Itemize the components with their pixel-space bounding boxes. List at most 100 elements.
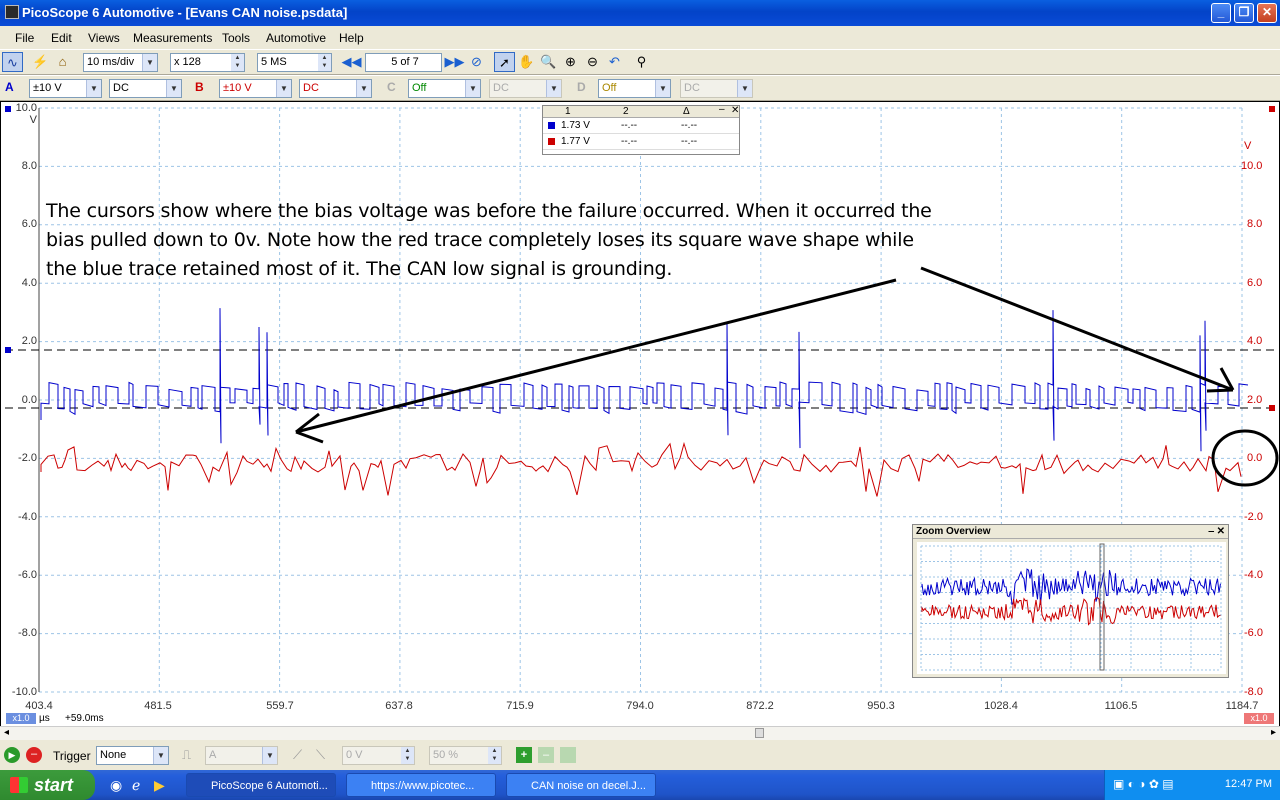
x-tick: 637.8 — [385, 700, 413, 712]
chevron-down-icon: ▼ — [655, 80, 670, 97]
menu-tools[interactable]: Tools — [222, 31, 250, 45]
channel-b-swatch — [548, 138, 555, 145]
previous-buffer-icon[interactable]: ◀◀ — [341, 52, 362, 72]
chrome-icon[interactable]: ◉ — [110, 777, 122, 794]
scope-mode-icon[interactable]: ∿ — [2, 52, 23, 72]
spinner-arrows-icon: ▲ ▼ — [401, 747, 414, 764]
windows-logo-icon — [10, 777, 28, 793]
menu-edit[interactable]: Edit — [51, 31, 72, 45]
timebase-select[interactable]: 10 ms/div ▼ — [83, 53, 158, 72]
next-buffer-icon[interactable]: ▶▶ — [444, 52, 465, 72]
picoscope-app-icon — [5, 5, 19, 19]
ie-icon[interactable]: ℯ — [132, 777, 140, 794]
right-y-tick: -4.0 — [1244, 569, 1263, 581]
ruler-row-b: 1.77 V --.-- --.-- — [543, 134, 739, 150]
ruler-handle-a — [5, 347, 11, 353]
channel-a-coupling-select[interactable]: DC ▼ — [109, 79, 182, 98]
x-scale-badge[interactable]: x1.0 — [6, 713, 36, 724]
task-image-viewer[interactable]: CAN noise on decel.J... — [506, 773, 656, 797]
zoom-to-fit-icon[interactable]: ⚲ — [631, 52, 652, 72]
task-browser[interactable]: https://www.picotec... — [346, 773, 496, 797]
zoom-in-icon[interactable]: ⊕ — [560, 52, 581, 72]
close-icon[interactable]: ✕ — [1217, 525, 1225, 539]
tray-icons[interactable]: ▣ ◐ ◑ ✿ ▤ — [1113, 777, 1174, 791]
maximize-button[interactable]: ❐ — [1234, 3, 1254, 23]
samples-spinner[interactable]: 5 MS ▲ ▼ — [257, 53, 332, 72]
channel-b-coupling-select[interactable]: DC ▼ — [299, 79, 372, 98]
channel-a-range-select[interactable]: ±10 V ▼ — [29, 79, 102, 98]
start-capture-icon[interactable]: ▶ — [4, 747, 20, 763]
y-tick: 6.0 — [21, 218, 37, 230]
home-icon[interactable]: ⌂ — [52, 52, 73, 72]
x-tick: 559.7 — [266, 700, 294, 712]
channel-b-label[interactable]: B — [195, 80, 204, 94]
chevron-down-icon: ▼ — [737, 80, 752, 97]
scroll-left-icon[interactable]: ◂ — [4, 727, 9, 738]
close-button[interactable]: ✕ — [1257, 3, 1277, 23]
channel-a-trace — [40, 308, 1249, 452]
col-ruler-1: 1 — [565, 106, 571, 117]
y-tick: -4.0 — [18, 511, 37, 523]
delta-value: --.-- — [681, 136, 698, 147]
zoom-spinner[interactable]: x 128 ▲ ▼ — [170, 53, 245, 72]
x-tick: 794.0 — [626, 700, 654, 712]
buffer-overview-icon[interactable]: ⊘ — [466, 52, 487, 72]
right-y-tick: 10.0 — [1241, 160, 1263, 172]
horizontal-scrollbar[interactable]: ◂ ▸ — [0, 726, 1280, 740]
y-tick: -10.0 — [11, 686, 37, 698]
y-tick: -2.0 — [18, 452, 37, 464]
title-bar: PicoScope 6 Automotive - [Evans CAN nois… — [0, 0, 1280, 26]
hand-tool-icon[interactable]: ✋ — [516, 52, 537, 72]
zoom-area-icon[interactable]: 🔍 — [538, 52, 559, 72]
y-tick: 10.0 — [15, 102, 37, 114]
buffer-navigator[interactable]: 5 of 7 — [365, 53, 442, 72]
channel-d-range-select[interactable]: Off ▼ — [598, 79, 671, 98]
zoom-overview-panel[interactable]: Zoom Overview ‒ ✕ — [912, 524, 1229, 678]
minimize-icon[interactable]: ‒ — [1208, 525, 1214, 539]
scroll-right-icon[interactable]: ▸ — [1271, 727, 1276, 738]
minimize-icon[interactable]: ‒ — [719, 104, 725, 115]
zoom-out-icon[interactable]: ⊖ — [582, 52, 603, 72]
x-axis-unit: µs — [39, 713, 50, 724]
y-tick: 2.0 — [21, 335, 37, 347]
undo-zoom-icon[interactable]: ↶ — [604, 52, 625, 72]
probe-icon[interactable]: ⚡ — [30, 52, 51, 72]
delta-value: --.-- — [681, 120, 698, 131]
menu-file[interactable]: File — [15, 31, 34, 45]
menu-help[interactable]: Help — [339, 31, 364, 45]
zoom-overview-plot[interactable] — [917, 542, 1226, 674]
annotation-arrow-right — [920, 266, 1234, 392]
channel-a-label[interactable]: A — [5, 80, 14, 94]
zoom-overview-header: Zoom Overview ‒ ✕ — [913, 525, 1228, 539]
x-axis-offset: +59.0ms — [65, 713, 104, 724]
channel-c-range-select[interactable]: Off ▼ — [408, 79, 481, 98]
scroll-thumb[interactable] — [755, 728, 764, 738]
right-y-tick: 8.0 — [1247, 218, 1263, 230]
channel-c-label[interactable]: C — [387, 80, 396, 94]
x-scale-badge-right[interactable]: x1.0 — [1244, 713, 1274, 724]
add-measurement-icon[interactable]: + — [516, 747, 532, 763]
trigger-label: Trigger — [53, 749, 91, 763]
y-tick: -6.0 — [18, 569, 37, 581]
channel-b-range-select[interactable]: ±10 V ▼ — [219, 79, 292, 98]
menu-measurements[interactable]: Measurements — [133, 31, 212, 45]
task-picoscope[interactable]: PicoScope 6 Automoti... — [186, 773, 336, 797]
capture-toolbar: ∿ ⚡ ⌂ 10 ms/div ▼ x 128 ▲ ▼ 5 MS ▲ ▼ ◀◀ 5 of … — [0, 49, 1280, 75]
stop-capture-icon[interactable]: – — [26, 747, 42, 763]
media-player-icon[interactable]: ▶ — [154, 777, 165, 794]
channel-d-label[interactable]: D — [577, 80, 586, 94]
menu-automotive[interactable]: Automotive — [266, 31, 326, 45]
chevron-down-icon: ▼ — [356, 80, 371, 97]
x-tick: 403.4 — [25, 700, 53, 712]
channel-toolbar: A ±10 V ▼ DC ▼ B ±10 V ▼ DC ▼ C Off ▼ DC ▼ D O… — [0, 75, 1280, 101]
edit-measurement-icon — [560, 747, 576, 763]
minimize-button[interactable]: _ — [1211, 3, 1231, 23]
menu-views[interactable]: Views — [88, 31, 120, 45]
trigger-mode-select[interactable]: None ▼ — [96, 746, 169, 765]
scope-view[interactable]: 10.0 V 8.0 6.0 4.0 2.0 0.0 -2.0 -4.0 -6.… — [0, 101, 1280, 728]
ruler-legend[interactable]: 1 2 Δ ‒ ✕ 1.73 V --.-- --.-- 1.77 V --.-… — [542, 104, 740, 155]
ruler-1-value: 1.73 V — [561, 120, 590, 131]
pointer-tool-icon[interactable]: ➚ — [494, 52, 515, 72]
close-icon[interactable]: ✕ — [731, 105, 739, 116]
channel-b-marker — [1269, 106, 1275, 112]
